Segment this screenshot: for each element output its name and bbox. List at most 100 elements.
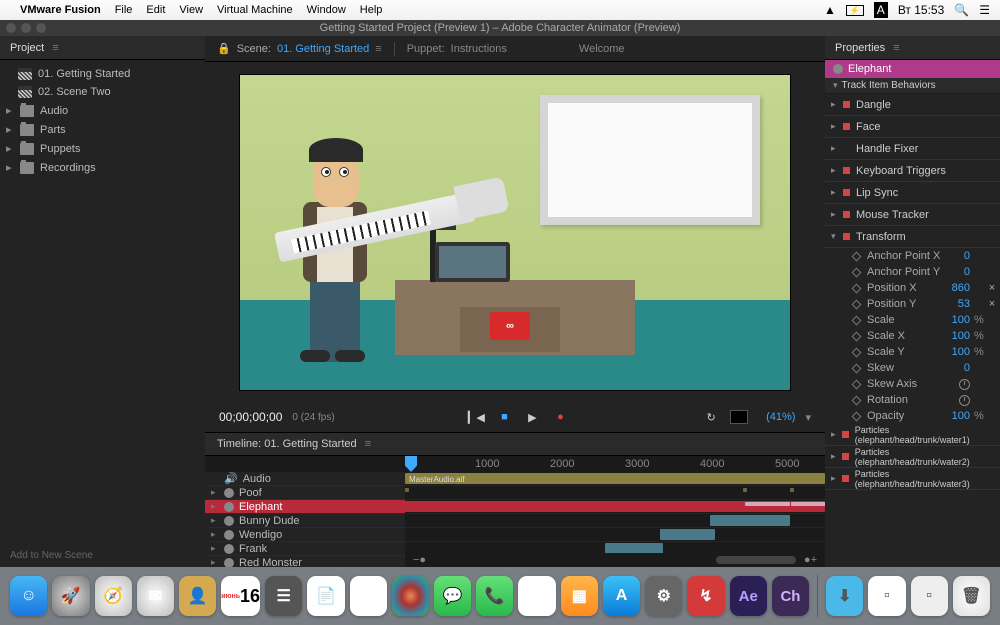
dock-app-icon[interactable]: ⚙ [645,576,682,616]
keyframe-icon[interactable] [852,347,862,357]
project-panel-header[interactable]: Project≡ [0,36,205,60]
add-to-new-scene[interactable]: Add to New Scene [0,545,205,567]
particles-item[interactable]: Particles (elephant/head/trunk/water1) [825,424,1000,446]
timeline-track[interactable]: Bunny Dude [205,514,405,528]
enabled-icon[interactable] [843,101,850,108]
enabled-icon[interactable] [843,123,850,130]
dock-app-icon[interactable]: ▫ [868,576,905,616]
clip[interactable] [790,488,794,492]
welcome-tab[interactable]: Welcome [579,43,625,55]
behavior-item[interactable]: Mouse Tracker [825,204,1000,226]
dock-app-icon[interactable]: 📞 [476,576,513,616]
dock-app-icon[interactable]: Ae [730,576,767,616]
enabled-icon[interactable] [843,167,850,174]
loop-button[interactable]: ↻ [702,408,720,426]
wifi-icon[interactable]: ▲ [824,3,836,17]
enabled-icon[interactable] [843,211,850,218]
dock-app-icon[interactable]: ⬇ [826,576,863,616]
keyboard-icon[interactable]: A [874,2,888,18]
menu-edit[interactable]: Edit [146,4,165,16]
reset-icon[interactable]: × [988,298,996,310]
lock-icon[interactable]: 🔒 [217,42,231,55]
zoom-plus-icon[interactable]: ●+ [804,554,817,566]
dock-app-icon[interactable]: ↯ [687,576,724,616]
timeline-track[interactable]: Frank [205,542,405,556]
behaviors-section[interactable]: Track Item Behaviors [825,78,1000,94]
zoom-chevron-icon[interactable]: ▾ [805,411,811,424]
battery-icon[interactable]: ⚡ [846,5,864,16]
menubar-app[interactable]: VMware Fusion [20,4,101,16]
timeline-track[interactable]: Poof [205,486,405,500]
timeline-scrollbar[interactable]: −● ●+ [405,553,825,567]
transform-section[interactable]: Transform [825,226,1000,248]
enabled-icon[interactable] [843,189,850,196]
transform-property[interactable]: Scale X100% [825,328,1000,344]
dock-app-icon[interactable]: 💬 [434,576,471,616]
scroll-thumb[interactable] [716,556,796,564]
project-folder[interactable]: Recordings [0,158,205,177]
timeline-header[interactable]: Timeline: 01. Getting Started≡ [205,432,825,456]
timeline-track[interactable]: 🔊Audio [205,472,405,486]
transform-property[interactable]: Skew Axis [825,376,1000,392]
panel-menu-icon[interactable]: ≡ [52,42,58,54]
enabled-icon[interactable] [843,233,850,240]
enabled-icon[interactable] [842,475,848,482]
behavior-item[interactable]: Lip Sync [825,182,1000,204]
clip[interactable] [660,529,715,540]
timeline-track[interactable]: Red Monster [205,556,405,567]
particles-item[interactable]: Particles (elephant/head/trunk/water2) [825,446,1000,468]
particles-item[interactable]: Particles (elephant/head/trunk/water3) [825,468,1000,490]
record-button[interactable]: ● [551,408,569,426]
timecode[interactable]: 00;00;00;00 [219,410,282,424]
transform-property[interactable]: Position X860× [825,280,1000,296]
dock-app-icon[interactable]: 🧭 [95,576,132,616]
dock-app-icon[interactable]: 🚀 [52,576,89,616]
dock-app-icon[interactable]: ✉ [137,576,174,616]
transform-property[interactable]: Skew0 [825,360,1000,376]
stage-viewport[interactable]: ∞ [205,62,825,402]
zoom-minus-icon[interactable]: −● [413,554,426,566]
behavior-item[interactable]: Keyboard Triggers [825,160,1000,182]
menu-help[interactable]: Help [360,4,383,16]
enabled-icon[interactable] [842,431,848,438]
timeline-clips-area[interactable]: 1000 2000 3000 4000 5000 MasterAudio.aif [405,456,825,567]
dock-app-icon[interactable]: 🗑 [953,576,990,616]
prev-frame-button[interactable]: ▎◀ [467,408,485,426]
dock-app-icon[interactable]: июнь16 [221,576,260,616]
clip[interactable] [405,488,409,492]
menu-file[interactable]: File [115,4,133,16]
dock-app-icon[interactable]: A [603,576,640,616]
behavior-item[interactable]: Handle Fixer [825,138,1000,160]
bg-swatch[interactable] [730,410,748,424]
menu-view[interactable]: View [179,4,203,16]
project-folder[interactable]: Audio [0,101,205,120]
panel-menu-icon[interactable]: ≡ [893,42,899,54]
transform-property[interactable]: Opacity100% [825,408,1000,424]
behavior-item[interactable]: Dangle [825,94,1000,116]
dock-app-icon[interactable]: ▫ [911,576,948,616]
keyframe-icon[interactable] [852,267,862,277]
transform-property[interactable]: Position Y53× [825,296,1000,312]
transform-property[interactable]: Rotation [825,392,1000,408]
dock-app-icon[interactable]: 👤 [179,576,216,616]
menu-vm[interactable]: Virtual Machine [217,4,293,16]
menu-window[interactable]: Window [307,4,346,16]
project-item-scene[interactable]: 02. Scene Two [0,83,205,101]
dock-app-icon[interactable]: 🖼 [350,576,387,616]
keyframe-icon[interactable] [852,379,862,389]
stop-button[interactable]: ■ [495,408,513,426]
enabled-icon[interactable] [842,453,848,460]
project-folder[interactable]: Puppets [0,139,205,158]
spotlight-icon[interactable]: 🔍 [954,3,969,17]
dock-app-icon[interactable]: ☰ [265,576,302,616]
project-folder[interactable]: Parts [0,120,205,139]
notification-icon[interactable]: ☰ [979,3,990,17]
clip[interactable] [743,488,747,492]
scene-menu-icon[interactable]: ≡ [375,43,381,55]
timeline-track[interactable]: Wendigo [205,528,405,542]
traffic-lights[interactable] [6,23,46,33]
transform-property[interactable]: Scale Y100% [825,344,1000,360]
properties-header[interactable]: Properties≡ [825,36,1000,60]
keyframe-icon[interactable] [852,331,862,341]
dock-app-icon[interactable]: ☺ [10,576,47,616]
